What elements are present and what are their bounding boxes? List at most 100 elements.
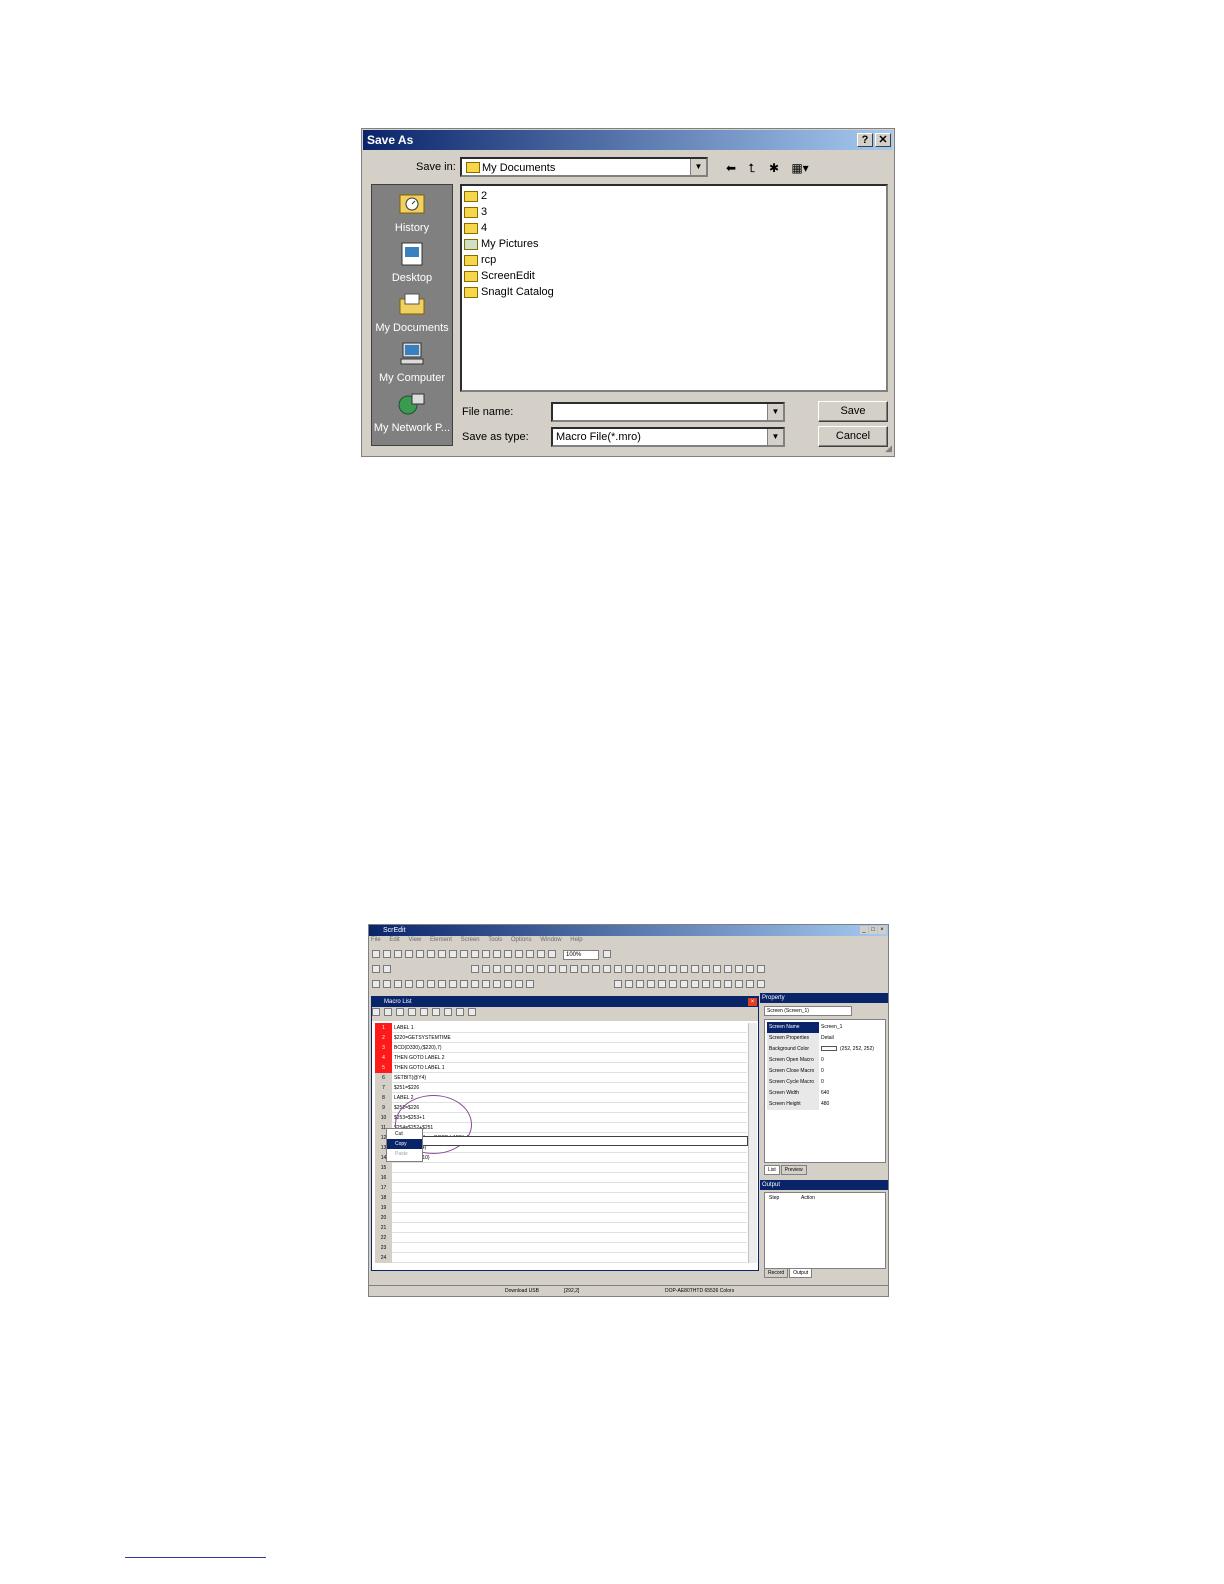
toolbar-button-icon[interactable] [559, 965, 567, 973]
toolbar-button-icon[interactable] [625, 965, 633, 973]
vertical-scrollbar[interactable] [748, 1023, 757, 1263]
toolbar-button-icon[interactable] [460, 980, 468, 988]
close-icon[interactable]: × [748, 998, 757, 1006]
toolbar-button-icon[interactable] [548, 950, 556, 958]
zoom-select[interactable]: 100% [563, 950, 599, 960]
list-item[interactable]: 2 [464, 188, 487, 204]
toolbar-button-icon[interactable] [647, 980, 655, 988]
toolbar-button-icon[interactable] [372, 965, 380, 973]
tab-output[interactable]: Output [789, 1268, 813, 1278]
toolbar-button-icon[interactable] [471, 980, 479, 988]
toolbar-button-icon[interactable] [746, 980, 754, 988]
place-history[interactable]: History [372, 191, 452, 234]
toolbar-button-icon[interactable] [515, 980, 523, 988]
chevron-down-icon[interactable]: ▼ [690, 159, 706, 175]
toolbar-button-icon[interactable] [405, 980, 413, 988]
toolbar-button-icon[interactable] [504, 980, 512, 988]
toolbar-button-icon[interactable] [680, 965, 688, 973]
toolbar-button-icon[interactable] [724, 980, 732, 988]
toolbar-button-icon[interactable] [493, 950, 501, 958]
toolbar-button-icon[interactable] [713, 980, 721, 988]
list-item[interactable]: rcp [464, 252, 496, 268]
toolbar-button-icon[interactable] [526, 950, 534, 958]
toolbar-button-icon[interactable] [493, 980, 501, 988]
resize-grip-icon[interactable]: ◢ [885, 443, 892, 454]
table-row[interactable]: 15 [375, 1163, 747, 1173]
table-row[interactable]: 14FILL($250,0,10) [375, 1153, 747, 1163]
toolbar-button-icon[interactable] [460, 950, 468, 958]
table-row[interactable]: 7 $251=$226 [375, 1083, 747, 1093]
table-row[interactable]: 3 BCD(D330),($220),7) [375, 1043, 747, 1053]
toolbar-button-icon[interactable] [432, 1008, 440, 1016]
menu-item-copy[interactable]: Copy [387, 1139, 422, 1149]
up-folder-icon[interactable]: ⮤ [743, 160, 761, 176]
toolbar-button-icon[interactable] [383, 965, 391, 973]
property-row[interactable]: Screen Open Macro 0 [765, 1055, 885, 1066]
new-folder-icon[interactable]: ✱ [765, 160, 783, 176]
table-row[interactable]: 23 [375, 1243, 747, 1253]
menu-window[interactable]: Window [540, 937, 561, 943]
chevron-down-icon[interactable]: ▼ [767, 404, 783, 420]
screen-select[interactable]: Screen (Screen_1) [764, 1006, 852, 1016]
views-menu-icon[interactable]: ▦▾ [788, 160, 812, 176]
toolbar-button-icon[interactable] [471, 965, 479, 973]
toolbar-button-icon[interactable] [416, 950, 424, 958]
toolbar-button-icon[interactable] [713, 965, 721, 973]
toolbar-button-icon[interactable] [408, 1008, 416, 1016]
toolbar-button-icon[interactable] [482, 980, 490, 988]
table-row[interactable]: 4 THEN GOTO LABEL 2 [375, 1053, 747, 1063]
tab-preview[interactable]: Preview [780, 1165, 807, 1175]
toolbar-button-icon[interactable] [420, 1008, 428, 1016]
table-row[interactable]: 18 [375, 1193, 747, 1203]
dialog-titlebar[interactable]: Save As ? ✕ [363, 130, 893, 150]
property-row[interactable]: Screen Cycle Macro 0 [765, 1077, 885, 1088]
toolbar-button-icon[interactable] [396, 1008, 404, 1016]
menu-file[interactable]: File [371, 937, 381, 943]
toolbar-button-icon[interactable] [515, 965, 523, 973]
save-button[interactable]: Save [818, 401, 888, 422]
close-icon[interactable]: × [878, 926, 886, 934]
table-row[interactable]: 2 $220=GETSYSTEMTIME [375, 1033, 747, 1043]
table-row[interactable]: 17 [375, 1183, 747, 1193]
menu-tools[interactable]: Tools [488, 937, 502, 943]
toolbar-button-icon[interactable] [526, 965, 534, 973]
tab-list[interactable]: List [764, 1165, 780, 1175]
toolbar-button-icon[interactable] [636, 965, 644, 973]
place-my-documents[interactable]: My Documents [372, 291, 452, 334]
toolbar-button-icon[interactable] [757, 980, 765, 988]
menu-item-paste[interactable]: Paste [387, 1149, 422, 1159]
menu-options[interactable]: Options [511, 937, 532, 943]
toolbar-button-icon[interactable] [669, 980, 677, 988]
toolbar-button-icon[interactable] [581, 965, 589, 973]
toolbar-button-icon[interactable] [603, 950, 611, 958]
table-row[interactable]: 19 [375, 1203, 747, 1213]
table-row[interactable]: 16 [375, 1173, 747, 1183]
menu-help[interactable]: Help [570, 937, 582, 943]
list-item[interactable]: My Pictures [464, 236, 538, 252]
toolbar-button-icon[interactable] [504, 965, 512, 973]
save-in-combo[interactable]: My Documents ▼ [460, 157, 708, 177]
toolbar-button-icon[interactable] [636, 980, 644, 988]
toolbar-button-icon[interactable] [515, 950, 523, 958]
property-row[interactable]: Screen Name Screen_1 [765, 1022, 885, 1033]
macro-edit-line[interactable] [421, 1136, 748, 1146]
toolbar-button-icon[interactable] [427, 980, 435, 988]
file-name-field[interactable]: ▼ [551, 402, 785, 422]
toolbar-button-icon[interactable] [416, 980, 424, 988]
toolbar-button-icon[interactable] [384, 1008, 392, 1016]
list-item[interactable]: ScreenEdit [464, 268, 535, 284]
toolbar-button-icon[interactable] [537, 965, 545, 973]
toolbar-button-icon[interactable] [691, 965, 699, 973]
toolbar-button-icon[interactable] [482, 950, 490, 958]
place-my-computer[interactable]: My Computer [372, 341, 452, 384]
toolbar-button-icon[interactable] [658, 965, 666, 973]
menu-screen[interactable]: Screen [461, 937, 480, 943]
toolbar-button-icon[interactable] [394, 950, 402, 958]
toolbar-button-icon[interactable] [444, 1008, 452, 1016]
place-my-network[interactable]: My Network P... [372, 391, 452, 434]
toolbar-button-icon[interactable] [537, 950, 545, 958]
property-row[interactable]: Screen Width 640 [765, 1088, 885, 1099]
toolbar-button-icon[interactable] [702, 965, 710, 973]
toolbar-button-icon[interactable] [647, 965, 655, 973]
toolbar-button-icon[interactable] [493, 965, 501, 973]
